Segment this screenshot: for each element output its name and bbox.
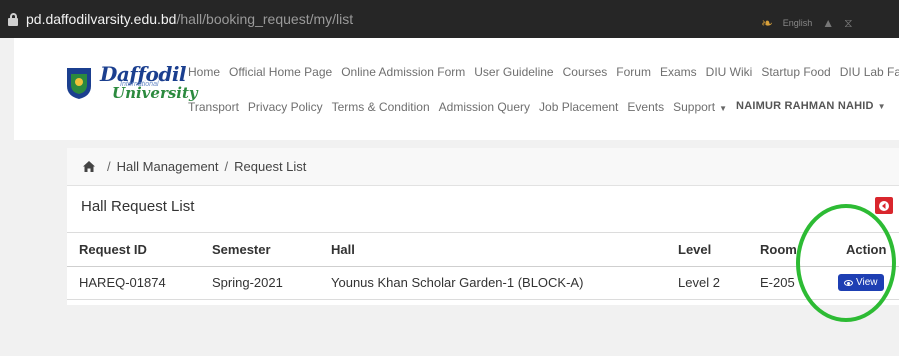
chevron-down-icon: ▼ — [719, 104, 728, 113]
user-menu-dropdown[interactable]: NAIMUR RAHMAN NAHID ▼ — [736, 100, 886, 114]
nav-item-privacy-policy[interactable]: Privacy Policy — [248, 100, 323, 114]
extension-icon[interactable]: ▲ — [822, 16, 834, 30]
nav-item-job-placement[interactable]: Job Placement — [539, 100, 618, 114]
nav-item-diu-wiki[interactable]: DIU Wiki — [706, 65, 753, 79]
url-domain: pd.daffodilvarsity.edu.bd — [26, 11, 177, 27]
table-header-row: Request ID Semester Hall Level Room Acti… — [67, 233, 899, 267]
column-header-action: Action — [830, 233, 899, 267]
browser-extensions[interactable]: ❧ English ▲ ⧖ — [749, 10, 899, 36]
nav-item-courses[interactable]: Courses — [563, 65, 608, 79]
cell-hall: Younus Khan Scholar Garden-1 (BLOCK-A) — [331, 266, 678, 300]
nav-item-admission-query[interactable]: Admission Query — [439, 100, 530, 114]
support-label: Support — [673, 100, 716, 114]
back-button[interactable] — [875, 197, 893, 214]
request-list-card: / Hall Management / Request List Hall Re… — [67, 148, 899, 305]
nav-item-user-guideline[interactable]: User Guideline — [474, 65, 553, 79]
nav-row-secondary: Transport Privacy Policy Terms & Conditi… — [188, 100, 886, 114]
language-label[interactable]: English — [783, 18, 813, 28]
request-table: Request ID Semester Hall Level Room Acti… — [67, 232, 899, 300]
nav-item-startup-food[interactable]: Startup Food — [761, 65, 830, 79]
column-header-hall: Hall — [331, 233, 678, 267]
cell-action: View — [830, 266, 899, 300]
breadcrumb-separator: / — [107, 159, 111, 174]
extension-icon[interactable]: ❧ — [761, 15, 773, 32]
nav-item-online-admission-form[interactable]: Online Admission Form — [341, 65, 465, 79]
extension-icon[interactable]: ⧖ — [844, 16, 852, 31]
nav-item-terms-condition[interactable]: Terms & Condition — [332, 100, 430, 114]
nav-item-support-dropdown[interactable]: Support ▼ — [673, 100, 727, 114]
view-button-label: View — [856, 277, 878, 289]
nav-item-diu-lab-facilities[interactable]: DIU Lab Facilities — [840, 65, 899, 79]
breadcrumb-separator: / — [224, 159, 229, 174]
address-bar[interactable]: pd.daffodilvarsity.edu.bd/hall/booking_r… — [0, 0, 899, 38]
column-header-semester: Semester — [212, 233, 331, 267]
cell-room: E-205 — [760, 266, 830, 300]
nav-item-transport[interactable]: Transport — [188, 100, 239, 114]
cell-level: Level 2 — [678, 266, 760, 300]
url-path: /hall/booking_request/my/list — [176, 11, 354, 27]
nav-item-home[interactable]: Home — [188, 65, 220, 79]
nav-item-official-home-page[interactable]: Official Home Page — [229, 65, 332, 79]
nav-item-exams[interactable]: Exams — [660, 65, 697, 79]
lock-icon — [8, 12, 18, 26]
column-header-level: Level — [678, 233, 760, 267]
table-row: HAREQ-01874 Spring-2021 Younus Khan Scho… — [67, 266, 899, 300]
nav-row-primary: Home Official Home Page Online Admission… — [188, 65, 899, 79]
column-header-room: Room — [760, 233, 830, 267]
breadcrumb: / Hall Management / Request List — [67, 148, 899, 186]
site-header: Daffodil International University Home O… — [14, 38, 899, 140]
chevron-down-icon: ▼ — [877, 102, 886, 111]
cell-semester: Spring-2021 — [212, 266, 331, 300]
home-icon[interactable] — [83, 161, 95, 172]
cell-request-id: HAREQ-01874 — [67, 266, 212, 300]
logo-icon — [67, 68, 91, 99]
column-header-request-id: Request ID — [67, 233, 212, 267]
back-arrow-icon — [879, 200, 889, 211]
breadcrumb-item-hall-management[interactable]: Hall Management — [117, 159, 219, 174]
nav-item-forum[interactable]: Forum — [616, 65, 651, 79]
nav-item-events[interactable]: Events — [627, 100, 664, 114]
breadcrumb-item-request-list: Request List — [234, 159, 307, 174]
view-button[interactable]: View — [838, 274, 884, 292]
page-title: Hall Request List — [81, 198, 195, 215]
user-name: NAIMUR RAHMAN NAHID — [736, 100, 874, 112]
logo-text-university: University — [112, 84, 198, 102]
eye-icon — [844, 279, 853, 286]
university-logo[interactable]: Daffodil International University — [64, 60, 204, 110]
